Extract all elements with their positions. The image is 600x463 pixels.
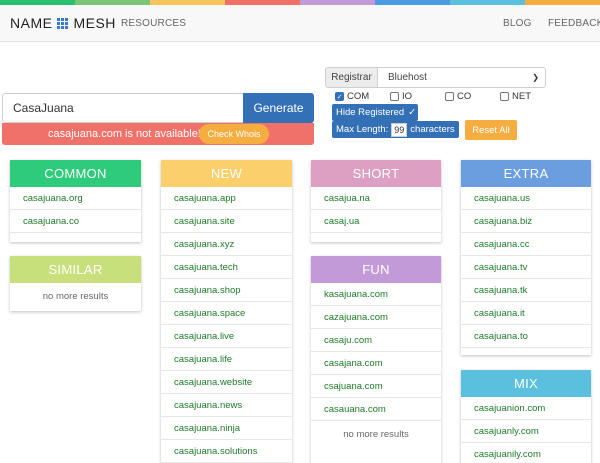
domain-item[interactable]: casajuana.ninja (161, 417, 292, 440)
checkbox-icon (445, 92, 454, 101)
domain-item[interactable]: casajuana.solutions (161, 440, 292, 463)
alert-text: casajuana.com is not available! (48, 128, 201, 140)
checkbox-icon (390, 92, 399, 101)
domain-item[interactable]: casajuana.it (461, 302, 591, 325)
nav-resources-link[interactable]: RESOURCES (121, 18, 186, 29)
domain-item[interactable]: csajuana.com (311, 375, 441, 398)
tld-io-checkbox[interactable]: IO (390, 91, 412, 102)
card-title: FUN (311, 256, 441, 283)
domain-item[interactable]: casauana.com (311, 398, 441, 421)
check-whois-button[interactable]: Check Whois (199, 124, 269, 144)
tld-label: COM (347, 91, 370, 102)
domain-item[interactable]: casaju.com (311, 329, 441, 352)
characters-label: characters (410, 124, 455, 135)
no-more-results: no more results (343, 428, 409, 440)
domain-item[interactable]: casajuanly.com (461, 420, 591, 443)
tld-co-checkbox[interactable]: CO (445, 91, 471, 102)
logo-grid-icon (57, 17, 69, 29)
domain-item[interactable]: casajuana.to (461, 325, 591, 348)
check-icon: ✓ (408, 107, 417, 118)
domain-item[interactable]: cazajuana.com (311, 306, 441, 329)
max-length-control: Max Length: 99 characters (332, 121, 459, 138)
checkbox-icon (500, 92, 509, 101)
hide-registered-toggle[interactable]: Hide Registered ✓ (332, 104, 418, 121)
similar-card: SIMILAR no more results (10, 256, 141, 311)
no-more-results: no more results (42, 290, 109, 302)
domain-item[interactable]: casaj.ua (311, 210, 441, 233)
domain-item[interactable]: casajua.na (311, 187, 441, 210)
domain-item[interactable]: casajuana.co (10, 210, 141, 233)
generate-button[interactable]: Generate (243, 93, 314, 123)
domain-item[interactable]: casajuana.tech (161, 256, 292, 279)
domain-item[interactable]: casajuana.site (161, 210, 292, 233)
domain-item[interactable]: casajuanion.com (461, 397, 591, 420)
nav-feedback-link[interactable]: FEEDBACK (548, 18, 600, 29)
logo-text-right: MESH (73, 15, 116, 31)
card-title: EXTRA (461, 160, 591, 187)
chevron-down-icon: ❯ (532, 73, 539, 82)
domain-item[interactable]: kasajuana.com (311, 283, 441, 306)
logo-text-left: NAME (10, 15, 53, 31)
max-length-input[interactable]: 99 (391, 122, 408, 137)
domain-item[interactable]: casajuana.space (161, 302, 292, 325)
domain-item[interactable]: casajuana.shop (161, 279, 292, 302)
domain-item[interactable]: casajuana.cc (461, 233, 591, 256)
card-title: SHORT (311, 160, 441, 187)
navbar: NAME MESH RESOURCES BLOG FEEDBACK (0, 5, 600, 42)
max-length-label: Max Length: (336, 124, 389, 135)
domain-item[interactable]: casajuana.live (161, 325, 292, 348)
registrar-select[interactable]: Bluehost ❯ (377, 67, 546, 88)
domain-item[interactable]: casajana.com (311, 352, 441, 375)
domain-item[interactable]: casajuana.life (161, 348, 292, 371)
checkbox-checked-icon: ✓ (335, 92, 344, 101)
fun-card: FUN kasajuana.com cazajuana.com casaju.c… (311, 256, 441, 463)
domain-item[interactable]: casajuana.app (161, 187, 292, 210)
registrar-label: Registrar (325, 67, 378, 88)
tld-net-checkbox[interactable]: NET (500, 91, 531, 102)
domain-item[interactable]: casajuana.tk (461, 279, 591, 302)
new-card: NEW casajuana.app casajuana.site casajua… (161, 160, 292, 463)
card-title: SIMILAR (10, 256, 141, 283)
domain-item[interactable]: casajuana.us (461, 187, 591, 210)
hide-registered-label: Hide Registered (336, 107, 405, 118)
reset-all-button[interactable]: Reset All (465, 120, 517, 140)
logo[interactable]: NAME MESH (10, 15, 116, 31)
common-card: COMMON casajuana.org casajuana.co (10, 160, 141, 242)
tld-com-checkbox[interactable]: ✓ COM (335, 91, 369, 102)
extra-card: EXTRA casajuana.us casajuana.biz casajua… (461, 160, 591, 355)
card-title: MIX (461, 370, 591, 397)
short-card: SHORT casajua.na casaj.ua (311, 160, 441, 242)
domain-item[interactable]: casajuana.biz (461, 210, 591, 233)
nav-blog-link[interactable]: BLOG (503, 18, 532, 29)
tld-label: NET (512, 91, 531, 102)
tld-label: IO (402, 91, 413, 102)
tld-label: CO (457, 91, 472, 102)
card-title: NEW (161, 160, 292, 187)
registrar-selected: Bluehost (388, 72, 427, 83)
domain-item[interactable]: casajuana.org (10, 187, 141, 210)
domain-item[interactable]: casajuana.xyz (161, 233, 292, 256)
card-title: COMMON (10, 160, 141, 187)
mix-card: MIX casajuanion.com casajuanly.com casaj… (461, 370, 591, 463)
domain-item[interactable]: casajuana.website (161, 371, 292, 394)
search-input[interactable] (2, 93, 244, 123)
domain-item[interactable]: casajuana.tv (461, 256, 591, 279)
domain-item[interactable]: casajuanily.com (461, 443, 591, 463)
domain-item[interactable]: casajuana.news (161, 394, 292, 417)
